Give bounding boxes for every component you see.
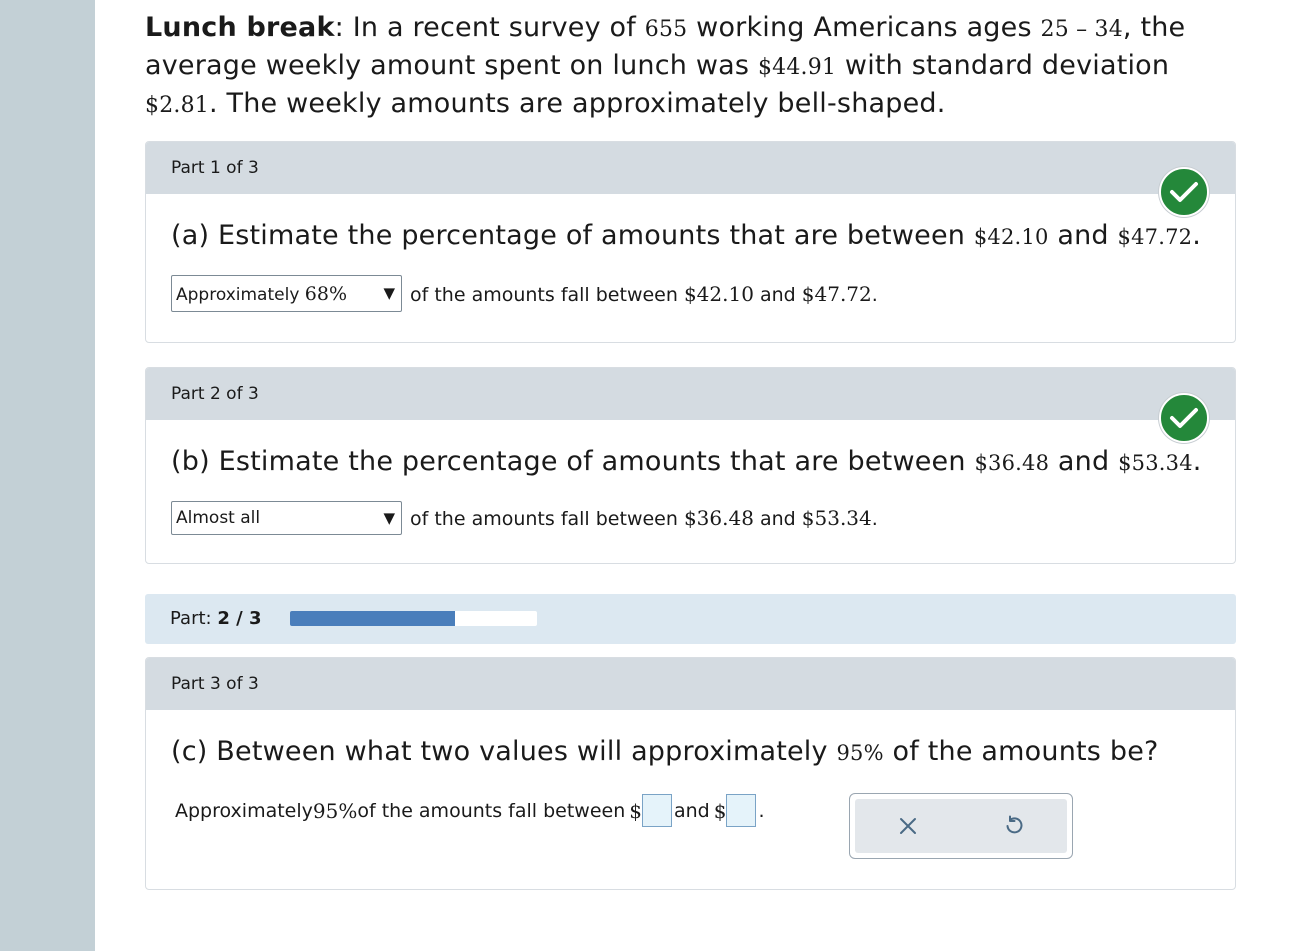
part-1-card: Part 1 of 3 (a) Estimate the percentage …: [145, 141, 1236, 343]
question-text: and: [1048, 220, 1118, 251]
tail-text: of the amounts fall between: [410, 508, 684, 530]
problem-title: Lunch break: [145, 12, 335, 43]
check-circle-icon: [1159, 393, 1209, 443]
tail-text: of the amounts fall between: [410, 283, 684, 306]
caret-down-icon: ▼: [383, 284, 395, 302]
sd-value: $2.81: [145, 93, 209, 118]
part-1-header: Part 1 of 3: [146, 142, 1235, 194]
lower-bound: $36.48: [974, 451, 1050, 475]
part-1-answer-row: Approximately 68% ▼ of the amounts fall …: [171, 275, 878, 312]
percent-value: 95%: [836, 741, 884, 765]
question-text: .: [1192, 220, 1201, 251]
check-circle-icon: [1159, 167, 1209, 217]
tail-text: and: [753, 508, 802, 530]
upper-bound: $53.34: [1118, 451, 1193, 475]
problem-statement: Lunch break: In a recent survey of 655 w…: [145, 10, 1245, 124]
upper-value-input[interactable]: [726, 794, 757, 827]
statement-text: . The weekly amounts are approximately b…: [208, 88, 946, 119]
selected-percent: 68%: [304, 282, 348, 305]
selected-word: Approximately: [176, 284, 305, 305]
part-2-answer-row: Almost all ▼ of the amounts fall between…: [171, 501, 878, 535]
percentage-dropdown[interactable]: Approximately 68% ▼: [171, 275, 402, 312]
question-text: .: [1192, 446, 1202, 477]
undo-icon: [1006, 815, 1023, 834]
progress-label: Part: 2 / 3: [170, 594, 261, 644]
part-3-card: Part 3 of 3 (c) Between what two values …: [145, 657, 1236, 890]
part-3-header: Part 3 of 3: [146, 658, 1235, 710]
question-text: (c) Between what two values will approxi…: [171, 736, 837, 767]
dollar-sign: $: [629, 798, 642, 823]
answer-text: Approximately: [175, 799, 313, 822]
dropdown-selected: Approximately 68%: [176, 283, 347, 305]
tail-lower: $42.10: [683, 281, 754, 306]
tail-text: .: [871, 283, 878, 306]
answer-text: .: [758, 799, 765, 822]
tail-text: and: [753, 283, 802, 306]
part-1-question: (a) Estimate the percentage of amounts t…: [171, 220, 1201, 251]
dropdown-selected: Almost all: [176, 508, 261, 528]
part-2-card: Part 2 of 3 (b) Estimate the percentage …: [145, 367, 1236, 564]
progress-fill: [290, 611, 455, 626]
part-2-question: (b) Estimate the percentage of amounts t…: [171, 446, 1202, 477]
tail-upper: $47.72: [801, 281, 872, 306]
question-text: (a) Estimate the percentage of amounts t…: [171, 220, 974, 251]
progress-indicator: Part: 2 / 3: [145, 594, 1236, 644]
lower-bound: $42.10: [973, 225, 1049, 249]
part-3-answer-row: Approximately 95% of the amounts fall be…: [175, 794, 765, 827]
age-range: 25 – 34: [1040, 17, 1123, 42]
tail-lower: $36.48: [683, 506, 754, 530]
answer-text: and: [674, 799, 710, 822]
dollar-sign: $: [713, 798, 727, 823]
question-text: (b) Estimate the percentage of amounts t…: [171, 446, 975, 477]
answer-percent: 95%: [312, 798, 358, 823]
question-text: and: [1049, 446, 1119, 477]
answer-tail: of the amounts fall between $36.48 and $…: [410, 506, 878, 530]
progress-label-text: Part:: [170, 608, 218, 629]
left-sidebar-rail: [0, 0, 95, 951]
answer-tail: of the amounts fall between $42.10 and $…: [410, 282, 878, 306]
tail-upper: $53.34: [801, 506, 872, 530]
statement-text: : In a recent survey of: [334, 12, 645, 43]
lower-value-input[interactable]: [642, 794, 672, 827]
part-2-header: Part 2 of 3: [146, 368, 1235, 420]
progress-track: [290, 611, 537, 626]
progress-value: 2 / 3: [217, 608, 262, 629]
tools-panel: [855, 799, 1067, 853]
percentage-dropdown[interactable]: Almost all ▼: [171, 501, 402, 535]
mean-value: $44.91: [757, 55, 837, 80]
clear-button[interactable]: [888, 806, 928, 846]
sample-size: 655: [644, 17, 688, 42]
tail-text: .: [871, 508, 878, 530]
answer-tools: [849, 793, 1073, 859]
undo-button[interactable]: [994, 806, 1034, 846]
part-3-question: (c) Between what two values will approxi…: [171, 736, 1159, 767]
question-text: of the amounts be?: [883, 736, 1159, 767]
answer-text: of the amounts fall between: [357, 799, 626, 822]
statement-text: with standard deviation: [836, 50, 1170, 81]
x-icon: [900, 818, 916, 834]
caret-down-icon: ▼: [383, 508, 395, 527]
upper-bound: $47.72: [1117, 225, 1193, 249]
statement-text: working Americans ages: [687, 12, 1041, 43]
